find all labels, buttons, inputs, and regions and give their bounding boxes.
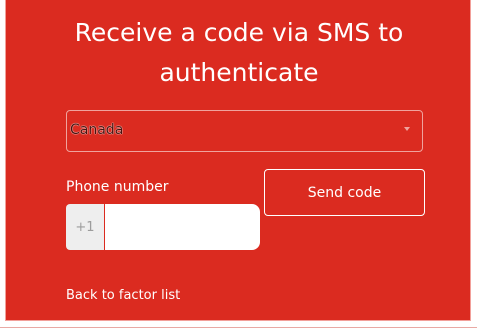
country-select[interactable]: Canada	[66, 110, 423, 152]
send-code-button[interactable]: Send code	[264, 169, 425, 216]
back-to-factor-list-link[interactable]: Back to factor list	[66, 288, 180, 303]
country-code-prefix: +1	[66, 204, 104, 250]
divider	[0, 327, 477, 328]
page-title: Receive a code via SMS to authenticate	[74, 18, 404, 87]
chevron-down-icon	[404, 127, 410, 131]
phone-number-label: Phone number	[66, 179, 169, 195]
sms-auth-panel: Receive a code via SMS to authenticate C…	[5, 0, 471, 321]
phone-number-input[interactable]	[105, 204, 260, 250]
country-select-value: Canada	[70, 122, 124, 138]
